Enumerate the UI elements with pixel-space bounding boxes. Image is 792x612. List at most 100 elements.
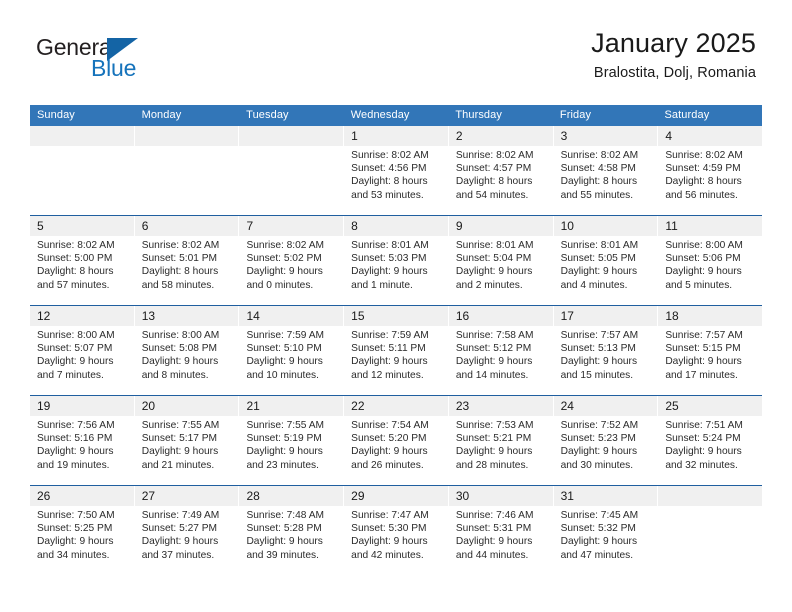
day-number: 9: [448, 216, 553, 236]
calendar-week-row: 19 Sunrise: 7:56 AM Sunset: 5:16 PM Dayligh…: [30, 395, 763, 485]
daylight-text-line1: Daylight: 8 hours: [665, 176, 742, 188]
sunrise-text: Sunrise: 7:47 AM: [351, 510, 429, 521]
calendar-day-cell[interactable]: 26 Sunrise: 7:50 AM Sunset: 5:25 PM Dayligh…: [30, 486, 135, 575]
day-sun-info: Sunrise: 8:02 AM Sunset: 4:59 PM Daylight:…: [658, 146, 762, 202]
daylight-text-line2: and 17 minutes.: [665, 369, 738, 381]
calendar-day-cell[interactable]: 21 Sunrise: 7:55 AM Sunset: 5:19 PM Dayligh…: [239, 396, 345, 485]
calendar-day-cell[interactable]: 12 Sunrise: 8:00 AM Sunset: 5:07 PM Dayligh…: [30, 306, 135, 395]
daylight-text-line2: and 10 minutes.: [246, 369, 319, 381]
sunset-text: Sunset: 5:08 PM: [141, 343, 218, 355]
day-sun-info: Sunrise: 7:56 AM Sunset: 5:16 PM Daylight:…: [30, 416, 134, 472]
sunset-text: Sunset: 5:11 PM: [351, 343, 426, 355]
sunrise-text: Sunrise: 8:02 AM: [37, 240, 115, 251]
sunrise-text: Sunrise: 7:49 AM: [141, 510, 220, 521]
day-number: 24: [553, 396, 658, 416]
calendar-day-cell[interactable]: 20 Sunrise: 7:55 AM Sunset: 5:17 PM Dayligh…: [134, 396, 240, 485]
calendar-day-cell[interactable]: 30 Sunrise: 7:46 AM Sunset: 5:31 PM Dayligh…: [448, 486, 554, 575]
daylight-text-line1: Daylight: 9 hours: [37, 536, 114, 548]
calendar-day-cell[interactable]: 9 Sunrise: 8:01 AM Sunset: 5:04 PM Daylight…: [448, 216, 554, 305]
daylight-text-line1: Daylight: 9 hours: [665, 356, 742, 368]
daylight-text-line1: Daylight: 8 hours: [37, 266, 114, 278]
calendar-day-cell[interactable]: 16 Sunrise: 7:58 AM Sunset: 5:12 PM Dayligh…: [448, 306, 554, 395]
calendar-day-cell[interactable]: 27 Sunrise: 7:49 AM Sunset: 5:27 PM Dayligh…: [134, 486, 240, 575]
day-number: 8: [344, 216, 448, 236]
sunset-text: Sunset: 5:05 PM: [560, 253, 636, 265]
sunset-text: Sunset: 5:13 PM: [560, 343, 636, 355]
day-number: 15: [344, 306, 448, 326]
day-sun-info: Sunrise: 8:02 AM Sunset: 4:58 PM Daylight:…: [554, 146, 658, 202]
weekday-header-wednesday: Wednesday: [350, 109, 410, 121]
calendar-day-cell[interactable]: 2 Sunrise: 8:02 AM Sunset: 4:57 PM Daylight…: [448, 126, 554, 215]
day-number: 14: [239, 306, 344, 326]
daylight-text-line1: Daylight: 9 hours: [141, 536, 219, 548]
title-block: January 2025 Bralostita, Dolj, Romania: [591, 28, 756, 82]
day-sun-info: Sunrise: 7:51 AM Sunset: 5:24 PM Daylight:…: [658, 416, 762, 472]
daylight-text-line1: Daylight: 9 hours: [141, 446, 219, 458]
daylight-text-line2: and 4 minutes.: [560, 279, 628, 291]
sunset-text: Sunset: 4:58 PM: [560, 163, 636, 175]
sunset-text: Sunset: 5:12 PM: [455, 343, 532, 355]
calendar-week-row: 26 Sunrise: 7:50 AM Sunset: 5:25 PM Dayligh…: [30, 485, 763, 575]
page-header: General Blue January 2025 Bralostita, Do…: [0, 0, 792, 81]
calendar-day-cell[interactable]: 14 Sunrise: 7:59 AM Sunset: 5:10 PM Dayligh…: [239, 306, 345, 395]
sunset-text: Sunset: 5:25 PM: [37, 523, 113, 535]
calendar-day-cell[interactable]: 7 Sunrise: 8:02 AM Sunset: 5:02 PM Daylight…: [239, 216, 345, 305]
calendar-day-cell[interactable]: 19 Sunrise: 7:56 AM Sunset: 5:16 PM Dayligh…: [30, 396, 135, 485]
sunrise-text: Sunrise: 8:00 AM: [665, 240, 743, 251]
sunrise-text: Sunrise: 8:02 AM: [141, 240, 220, 251]
calendar-day-cell[interactable]: 11 Sunrise: 8:00 AM Sunset: 5:06 PM Dayligh…: [658, 216, 763, 305]
daylight-text-line2: and 23 minutes.: [246, 459, 319, 471]
daylight-text-line2: and 47 minutes.: [560, 549, 634, 561]
sunrise-text: Sunrise: 7:53 AM: [455, 420, 534, 431]
day-number: 29: [344, 486, 448, 506]
sunset-text: Sunset: 5:30 PM: [351, 523, 427, 535]
sunrise-text: Sunrise: 8:02 AM: [351, 150, 429, 161]
daylight-text-line1: Daylight: 8 hours: [141, 266, 219, 278]
calendar-day-cell[interactable]: 5 Sunrise: 8:02 AM Sunset: 5:00 PM Daylight…: [30, 216, 135, 305]
day-number: 5: [30, 216, 134, 236]
calendar-day-cell[interactable]: 6 Sunrise: 8:02 AM Sunset: 5:01 PM Daylight…: [134, 216, 240, 305]
calendar-day-cell[interactable]: 25 Sunrise: 7:51 AM Sunset: 5:24 PM Dayligh…: [658, 396, 763, 485]
sunset-text: Sunset: 5:01 PM: [141, 253, 218, 265]
page-title: January 2025: [591, 28, 756, 58]
calendar-day-cell[interactable]: 4 Sunrise: 8:02 AM Sunset: 4:59 PM Daylight…: [658, 126, 763, 215]
calendar-day-cell[interactable]: 17 Sunrise: 7:57 AM Sunset: 5:13 PM Dayligh…: [553, 306, 659, 395]
sunset-text: Sunset: 5:31 PM: [455, 523, 532, 535]
daylight-text-line1: Daylight: 9 hours: [560, 446, 638, 458]
sunrise-text: Sunrise: 7:55 AM: [246, 420, 325, 431]
day-sun-info: Sunrise: 7:52 AM Sunset: 5:23 PM Daylight:…: [554, 416, 658, 472]
sunrise-text: Sunrise: 7:50 AM: [37, 510, 115, 521]
calendar-day-cell[interactable]: 10 Sunrise: 8:01 AM Sunset: 5:05 PM Dayligh…: [553, 216, 659, 305]
day-sun-info: Sunrise: 7:57 AM Sunset: 5:13 PM Daylight:…: [554, 326, 658, 382]
calendar-day-cell[interactable]: 3 Sunrise: 8:02 AM Sunset: 4:58 PM Daylight…: [553, 126, 659, 215]
daylight-text-line2: and 26 minutes.: [351, 459, 424, 471]
calendar-day-cell[interactable]: 8 Sunrise: 8:01 AM Sunset: 5:03 PM Daylight…: [344, 216, 449, 305]
calendar-day-cell[interactable]: 22 Sunrise: 7:54 AM Sunset: 5:20 PM Dayligh…: [344, 396, 449, 485]
calendar-day-cell[interactable]: 15 Sunrise: 7:59 AM Sunset: 5:11 PM Dayligh…: [344, 306, 449, 395]
day-number: 4: [658, 126, 763, 146]
daylight-text-line1: Daylight: 9 hours: [665, 266, 742, 278]
daylight-text-line1: Daylight: 9 hours: [455, 536, 533, 548]
daylight-text-line1: Daylight: 9 hours: [351, 266, 428, 278]
daylight-text-line1: Daylight: 9 hours: [37, 446, 114, 458]
calendar-day-cell[interactable]: 24 Sunrise: 7:52 AM Sunset: 5:23 PM Dayligh…: [553, 396, 659, 485]
calendar-day-cell-empty: [30, 126, 135, 215]
sunrise-text: Sunrise: 7:58 AM: [455, 330, 534, 341]
weekday-header-sunday: Sunday: [37, 109, 75, 121]
calendar-day-cell[interactable]: 1 Sunrise: 8:02 AM Sunset: 4:56 PM Daylight…: [344, 126, 449, 215]
general-blue-logo[interactable]: General Blue: [36, 36, 206, 88]
day-number: 12: [30, 306, 134, 326]
sunrise-text: Sunrise: 8:01 AM: [560, 240, 639, 251]
calendar-day-cell[interactable]: 18 Sunrise: 7:57 AM Sunset: 5:15 PM Dayligh…: [658, 306, 763, 395]
calendar-day-cell[interactable]: 28 Sunrise: 7:48 AM Sunset: 5:28 PM Dayligh…: [239, 486, 345, 575]
sunset-text: Sunset: 5:04 PM: [455, 253, 532, 265]
daylight-text-line1: Daylight: 9 hours: [455, 446, 533, 458]
calendar-day-cell[interactable]: 23 Sunrise: 7:53 AM Sunset: 5:21 PM Dayligh…: [448, 396, 554, 485]
calendar-day-cell[interactable]: 29 Sunrise: 7:47 AM Sunset: 5:30 PM Dayligh…: [344, 486, 449, 575]
day-sun-info: Sunrise: 7:55 AM Sunset: 5:19 PM Daylight:…: [239, 416, 343, 472]
calendar-week-row: 1 Sunrise: 8:02 AM Sunset: 4:56 PM Daylight…: [30, 126, 763, 215]
calendar-day-cell[interactable]: 13 Sunrise: 8:00 AM Sunset: 5:08 PM Dayligh…: [134, 306, 240, 395]
calendar-day-cell-empty: [134, 126, 240, 215]
sunset-text: Sunset: 4:56 PM: [351, 163, 427, 175]
calendar-day-cell[interactable]: 31 Sunrise: 7:45 AM Sunset: 5:32 PM Dayligh…: [553, 486, 659, 575]
